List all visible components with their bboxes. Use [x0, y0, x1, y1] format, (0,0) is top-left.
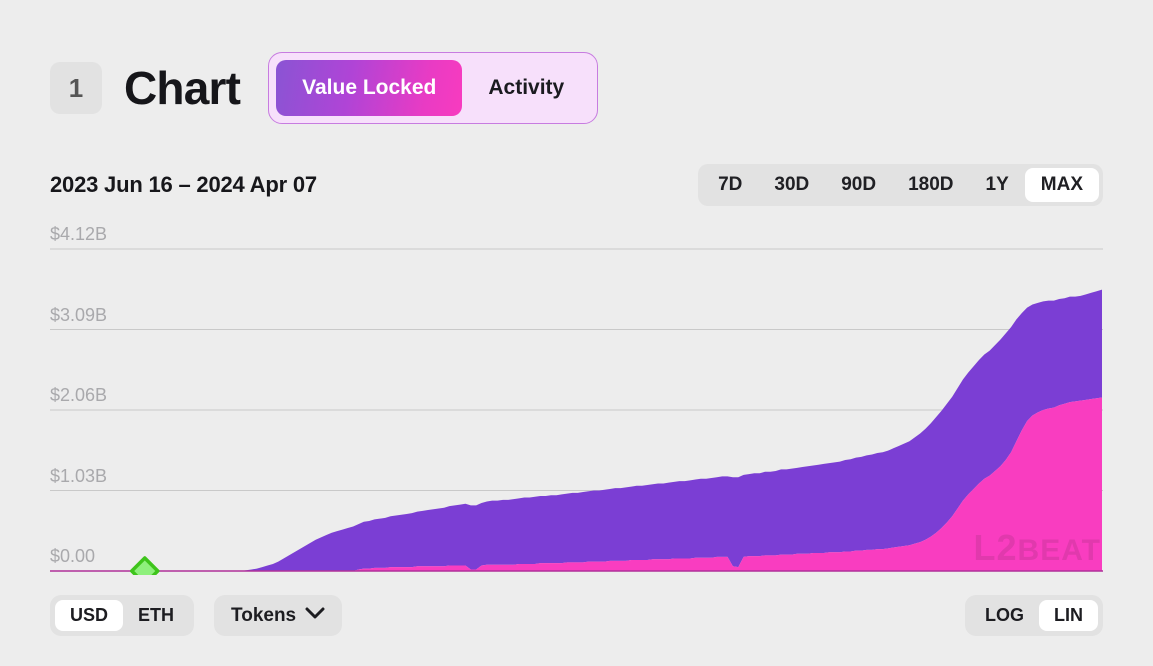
chart-footer-controls: USD ETH Tokens LOG LIN: [50, 595, 1103, 636]
currency-toggle: USD ETH: [50, 595, 194, 636]
date-range-label: 2023 Jun 16 – 2024 Apr 07: [50, 172, 317, 198]
period-max[interactable]: MAX: [1025, 168, 1099, 202]
section-index-badge: 1: [50, 62, 102, 114]
chart-header: 1 Chart Value Locked Activity: [50, 52, 598, 124]
range-row: 2023 Jun 16 – 2024 Apr 07 7D 30D 90D 180…: [50, 164, 1103, 206]
period-1y[interactable]: 1Y: [970, 168, 1025, 202]
time-range-selector: 7D 30D 90D 180D 1Y MAX: [698, 164, 1103, 206]
milestone-diamond-marker: [132, 558, 158, 575]
tab-value-locked[interactable]: Value Locked: [276, 60, 462, 116]
chevron-down-icon: [305, 607, 325, 625]
tab-activity[interactable]: Activity: [462, 60, 590, 116]
scale-log[interactable]: LOG: [970, 600, 1039, 631]
period-180d[interactable]: 180D: [892, 168, 969, 202]
page-title: Chart: [124, 61, 240, 115]
tokens-dropdown[interactable]: Tokens: [214, 595, 342, 636]
currency-eth[interactable]: ETH: [123, 600, 189, 631]
scale-toggle: LOG LIN: [965, 595, 1103, 636]
chart-panel: 1 Chart Value Locked Activity 2023 Jun 1…: [0, 0, 1153, 666]
period-7d[interactable]: 7D: [702, 168, 758, 202]
period-90d[interactable]: 90D: [825, 168, 892, 202]
period-30d[interactable]: 30D: [758, 168, 825, 202]
tokens-dropdown-label: Tokens: [231, 605, 296, 627]
value-locked-chart[interactable]: L2BEAT $0.00$1.03B$2.06B$3.09B$4.12B: [50, 220, 1103, 575]
currency-usd[interactable]: USD: [55, 600, 123, 631]
footer-left-group: USD ETH Tokens: [50, 595, 342, 636]
stacked-area-plot[interactable]: [50, 220, 1103, 575]
scale-lin[interactable]: LIN: [1039, 600, 1098, 631]
chart-type-tabs: Value Locked Activity: [268, 52, 598, 124]
